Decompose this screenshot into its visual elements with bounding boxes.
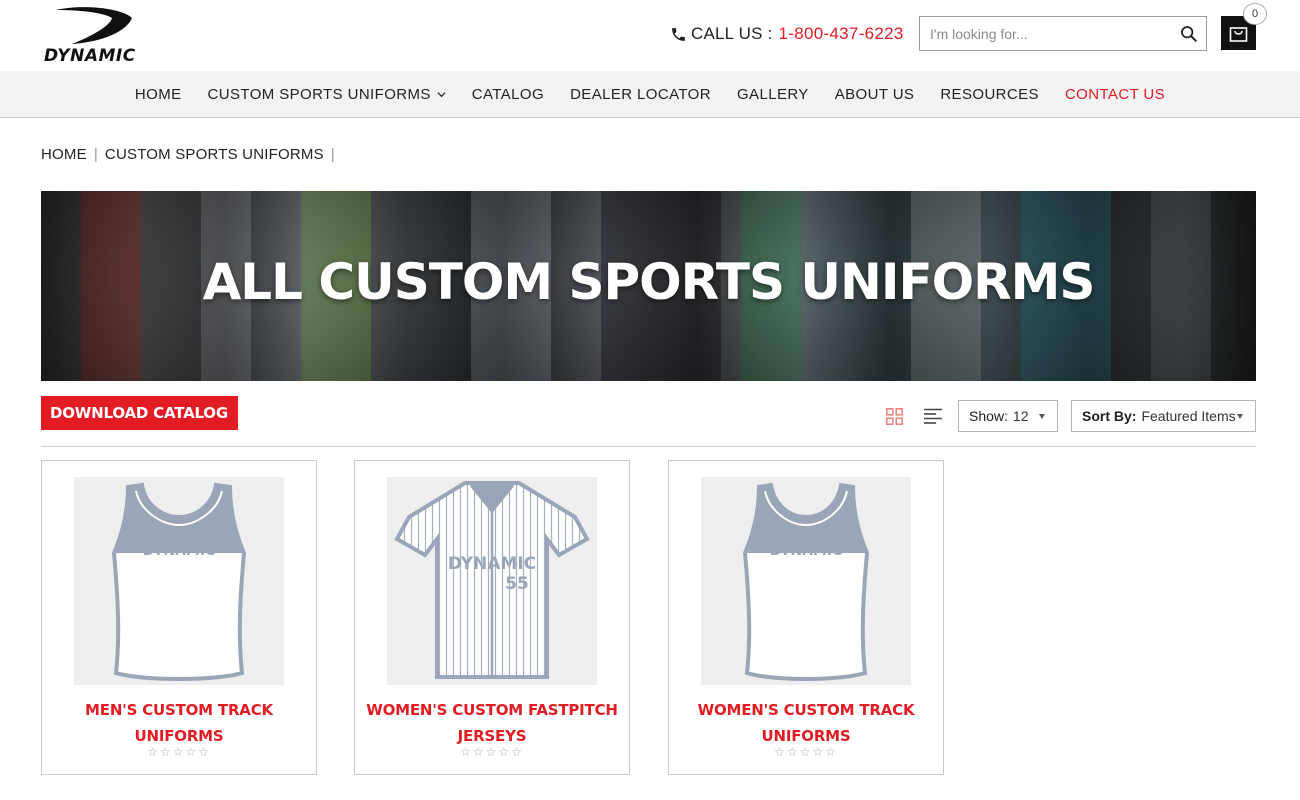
logo-wordmark: DYNAMIC [44, 46, 136, 66]
product-image[interactable]: DYNAMIC [74, 477, 284, 685]
product-card[interactable]: DYNAMIC MEN'S CUSTOM TRACK UNIFORMS ☆☆☆☆… [41, 460, 317, 775]
show-value: 12 [1012, 408, 1029, 424]
jersey-number-text: 55 [505, 574, 529, 594]
list-view-icon[interactable] [924, 408, 942, 424]
grid-view-icon[interactable] [886, 408, 903, 425]
breadcrumb: HOME | CUSTOM SPORTS UNIFORMS | [41, 146, 342, 163]
product-name-line: MEN'S CUSTOM TRACK [85, 701, 273, 719]
star-rating: ☆☆☆☆☆ [147, 745, 211, 759]
jersey-print-text: DYNAMIC [143, 543, 216, 559]
fastpitch-jersey-graphic: DYNAMIC 55 [394, 481, 590, 679]
phone-number-link[interactable]: 1-800-437-6223 [778, 24, 903, 44]
track-singlet-graphic: DYNAMIC [111, 482, 247, 681]
chevron-down-icon [437, 91, 446, 97]
product-card[interactable]: DYNAMIC 55 WOMEN'S CUSTOM FASTPITCH JERS… [354, 460, 630, 775]
product-name-line: WOMEN'S CUSTOM TRACK [697, 701, 915, 719]
nav-item-contact-us[interactable]: CONTACT US [1065, 86, 1165, 103]
product-name-line: WOMEN'S CUSTOM FASTPITCH [366, 701, 618, 719]
breadcrumb-separator: | [93, 146, 98, 163]
nav-item-about-us[interactable]: ABOUT US [835, 86, 915, 103]
logo-swoosh-icon [56, 7, 132, 45]
show-per-page-select[interactable]: Show: 12 [958, 400, 1058, 432]
sort-value: Featured Items [1141, 408, 1236, 424]
dropdown-arrow-icon [1039, 414, 1045, 419]
star-rating: ☆☆☆☆☆ [774, 745, 838, 759]
breadcrumb-home-link[interactable]: HOME [41, 146, 87, 163]
nav-item-gallery[interactable]: GALLERY [737, 86, 809, 103]
site-header: DYNAMIC CALL US : 1-800-437-6223 0 [0, 0, 1300, 71]
phone-icon [672, 27, 685, 41]
search-input[interactable] [920, 17, 1170, 50]
product-name[interactable]: WOMEN'S CUSTOM TRACK UNIFORMS [677, 697, 935, 749]
track-singlet-graphic: DYNAMIC [742, 482, 870, 681]
site-logo[interactable]: DYNAMIC [42, 6, 144, 66]
dropdown-arrow-icon [1237, 414, 1243, 419]
nav-item-label: CUSTOM SPORTS UNIFORMS [207, 85, 431, 103]
category-banner: ALL CUSTOM SPORTS UNIFORMS [41, 191, 1256, 381]
product-image[interactable]: DYNAMIC 55 [387, 477, 597, 685]
call-label: CALL US : [691, 24, 773, 43]
nav-item-resources[interactable]: RESOURCES [940, 86, 1039, 103]
product-image[interactable]: DYNAMIC [701, 477, 911, 685]
main-nav: HOME CUSTOM SPORTS UNIFORMS CATALOG DEAL… [0, 71, 1300, 118]
show-label: Show: [969, 408, 1008, 424]
jersey-print-text: DYNAMIC [448, 554, 536, 574]
call-us: CALL US : 1-800-437-6223 [670, 22, 904, 46]
toolbar-divider [41, 446, 1256, 447]
search-icon[interactable] [1180, 25, 1198, 43]
shopping-bag-icon [1229, 27, 1248, 42]
breadcrumb-separator: | [330, 146, 335, 163]
download-catalog-button[interactable]: DOWNLOAD CATALOG [41, 396, 238, 430]
banner-title: ALL CUSTOM SPORTS UNIFORMS [202, 253, 1096, 311]
product-name[interactable]: MEN'S CUSTOM TRACK UNIFORMS [50, 697, 308, 749]
sort-by-select[interactable]: Sort By: Featured Items [1071, 400, 1256, 432]
search-box [919, 16, 1207, 51]
sort-label: Sort By: [1082, 408, 1137, 424]
star-rating: ☆☆☆☆☆ [460, 745, 524, 759]
nav-item-dealer-locator[interactable]: DEALER LOCATOR [570, 86, 711, 103]
jersey-print-text: DYNAMIC [770, 543, 843, 559]
cart-count-badge: 0 [1243, 3, 1267, 25]
product-card[interactable]: DYNAMIC WOMEN'S CUSTOM TRACK UNIFORMS ☆☆… [668, 460, 944, 775]
breadcrumb-current: CUSTOM SPORTS UNIFORMS [104, 146, 324, 163]
nav-item-catalog[interactable]: CATALOG [472, 86, 544, 103]
nav-item-custom-sports-uniforms[interactable]: CUSTOM SPORTS UNIFORMS [208, 86, 446, 103]
product-name[interactable]: WOMEN'S CUSTOM FASTPITCH JERSEYS [363, 697, 621, 749]
nav-item-home[interactable]: HOME [135, 86, 182, 103]
